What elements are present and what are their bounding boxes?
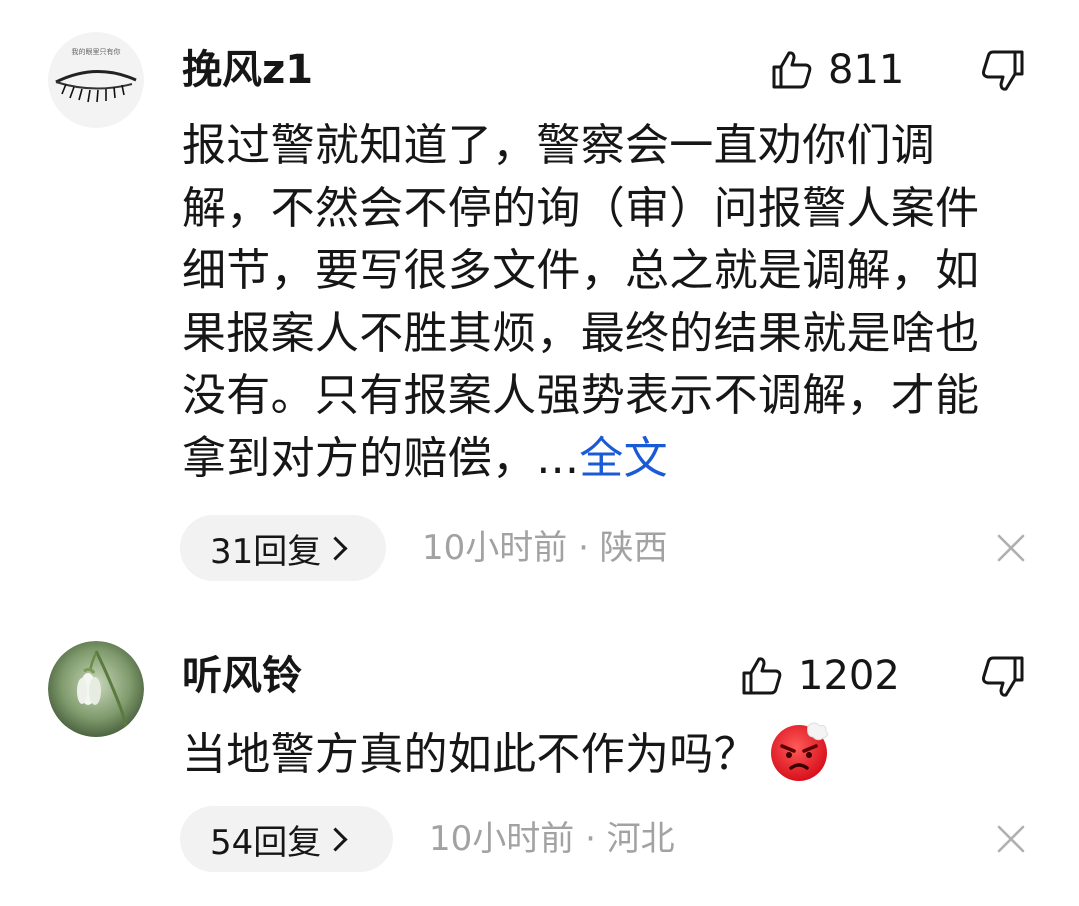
- thumbs-down-icon[interactable]: [978, 46, 1026, 94]
- like-button[interactable]: 1202: [740, 652, 900, 700]
- close-icon[interactable]: [996, 824, 1026, 854]
- reply-label: 54回复: [210, 822, 322, 863]
- avatar-caption: 我的眼里只有你: [72, 47, 121, 56]
- like-count: 1202: [798, 653, 900, 699]
- like-count: 811: [828, 47, 905, 93]
- reply-label: 31回复: [210, 531, 322, 572]
- reply-button[interactable]: 54回复: [180, 806, 393, 872]
- username[interactable]: 听风铃: [182, 652, 302, 700]
- chevron-right-icon: [323, 826, 348, 852]
- eye-lash-avatar-icon: 我的眼里只有你: [48, 32, 144, 128]
- read-more-link[interactable]: 全文: [579, 433, 668, 484]
- comment-text: 报过警就知道了，警察会一直劝你们调解，不然会不停的询（审）问报警人案件细节，要写…: [182, 115, 1012, 490]
- snowdrop-flower-avatar-icon: [48, 641, 144, 737]
- like-button[interactable]: 811: [770, 46, 904, 94]
- thumbs-up-icon: [742, 657, 782, 695]
- avatar[interactable]: 我的眼里只有你: [48, 32, 144, 128]
- comment-body: 报过警就知道了，警察会一直劝你们调解，不然会不停的询（审）问报警人案件细节，要写…: [182, 120, 980, 484]
- avatar[interactable]: [48, 641, 144, 737]
- thumbs-down-icon[interactable]: [978, 652, 1026, 700]
- close-icon[interactable]: [996, 533, 1026, 563]
- comment-meta: 10小时前 · 河北: [429, 819, 675, 859]
- chevron-right-icon: [323, 535, 348, 561]
- username[interactable]: 挽风z1: [182, 46, 313, 94]
- comment-text: 当地警方真的如此不作为吗？: [182, 722, 1012, 790]
- comment-meta: 10小时前 · 陕西: [422, 528, 668, 568]
- comment-body: 当地警方真的如此不作为吗？: [182, 729, 758, 780]
- angry-face-emoji-icon: [770, 722, 828, 781]
- reply-button[interactable]: 31回复: [180, 515, 386, 581]
- thumbs-up-icon: [772, 51, 812, 89]
